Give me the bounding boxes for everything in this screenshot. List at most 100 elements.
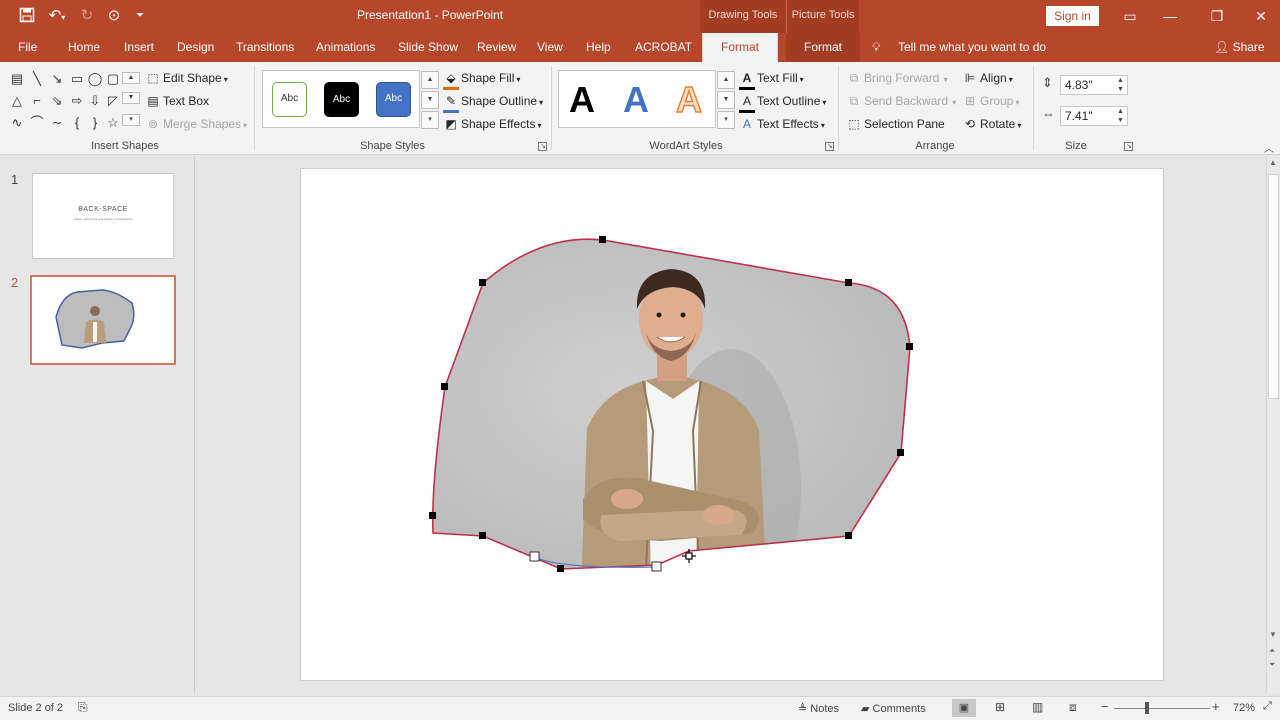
- scroll-thumb[interactable]: [1268, 174, 1279, 399]
- height-spinner-icon[interactable]: ▲ ▼: [1117, 76, 1124, 94]
- zoom-slider-thumb[interactable]: [1145, 702, 1149, 714]
- wordart-style-3[interactable]: A: [675, 78, 703, 121]
- tab-view[interactable]: View: [537, 33, 563, 62]
- left-brace-shape-icon[interactable]: {: [68, 114, 86, 132]
- share-button[interactable]: 👤︎ Share: [1214, 33, 1265, 62]
- undo-icon[interactable]: ↶▾: [44, 7, 70, 27]
- wordart-style-2[interactable]: A: [623, 79, 649, 121]
- down-arrow-shape-icon[interactable]: ⇩: [86, 92, 104, 110]
- slide-thumbnail-1[interactable]: BACK-SPACE How to edit points of a pictu…: [32, 173, 174, 259]
- tab-animations[interactable]: Animations: [316, 33, 375, 62]
- tell-me-search[interactable]: Tell me what you want to do: [898, 33, 1046, 62]
- oval-shape-icon[interactable]: ◯: [86, 70, 104, 88]
- line-shape-icon[interactable]: ╲: [28, 70, 46, 88]
- rectangle-shape-icon[interactable]: ▭: [68, 70, 86, 88]
- notes-button[interactable]: ≜ Notes: [798, 702, 839, 715]
- arc-shape-icon[interactable]: ⌒: [28, 114, 46, 132]
- textbox-shape-icon[interactable]: ▤: [8, 70, 26, 88]
- elbow-arrow-shape-icon[interactable]: ⇘: [48, 92, 66, 110]
- size-launcher-icon[interactable]: ↘: [1124, 142, 1133, 151]
- scribble-shape-icon[interactable]: ∿: [8, 114, 26, 132]
- shape-effects-button[interactable]: ◩ Shape Effects ▾: [443, 115, 541, 133]
- gallery-more-icon[interactable]: ▾: [122, 114, 140, 126]
- tab-insert[interactable]: Insert: [124, 33, 154, 62]
- maximize-icon[interactable]: ❐: [1205, 5, 1229, 27]
- next-slide-icon[interactable]: ⏷: [1269, 660, 1275, 670]
- start-from-beginning-icon[interactable]: ⊙: [104, 7, 124, 25]
- shape-style-1[interactable]: Abc: [272, 82, 307, 117]
- tab-home[interactable]: Home: [68, 33, 100, 62]
- wordart-up-icon[interactable]: ▲: [717, 71, 735, 89]
- align-button[interactable]: ⊫ Align ▾: [962, 69, 1013, 87]
- close-icon[interactable]: ✕: [1249, 5, 1273, 27]
- normal-view-icon[interactable]: ▣: [952, 699, 976, 717]
- customize-qat-icon[interactable]: ⏷: [132, 7, 148, 25]
- spell-check-icon[interactable]: ⎘: [78, 700, 88, 715]
- curve-shape-icon[interactable]: ∼: [48, 114, 66, 132]
- tab-slide-show[interactable]: Slide Show: [398, 33, 458, 62]
- shapes-gallery[interactable]: ▤ ╲ ↘ ▭ ◯ ▢ △ ⌐ ⇘ ⇨ ⇩ ◸ ∿ ⌒ ∼ { } ☆ ▲ ▼ …: [8, 70, 140, 132]
- tab-format-drawing[interactable]: Format: [702, 33, 779, 62]
- star-shape-icon[interactable]: ☆: [104, 114, 122, 132]
- bezier-handle-left[interactable]: [529, 551, 540, 562]
- connector-shape-icon[interactable]: ⌐: [28, 92, 46, 110]
- wordart-style-1[interactable]: A: [569, 79, 595, 121]
- bezier-handle-right[interactable]: [651, 561, 662, 572]
- reading-view-icon[interactable]: ▥: [1032, 700, 1043, 714]
- selection-pane-button[interactable]: ⬚ Selection Pane: [846, 115, 944, 133]
- tab-design[interactable]: Design: [177, 33, 214, 62]
- freeform-shape-icon[interactable]: ◸: [104, 92, 122, 110]
- zoom-level[interactable]: 72%: [1233, 702, 1255, 714]
- rounded-rectangle-shape-icon[interactable]: ▢: [104, 70, 122, 88]
- minimize-icon[interactable]: —: [1158, 5, 1182, 27]
- triangle-shape-icon[interactable]: △: [8, 92, 26, 110]
- styles-more-icon[interactable]: ▾: [421, 111, 439, 129]
- slide-canvas[interactable]: [300, 168, 1164, 681]
- tab-help[interactable]: Help: [586, 33, 611, 62]
- scroll-up-icon[interactable]: ▲: [1269, 158, 1277, 167]
- text-box-button[interactable]: ▤ Text Box: [145, 92, 209, 110]
- width-spinner-icon[interactable]: ▲ ▼: [1117, 107, 1124, 125]
- right-arrow-shape-icon[interactable]: ⇨: [68, 92, 86, 110]
- slide-sorter-icon[interactable]: ⊞: [995, 700, 1005, 714]
- text-outline-button[interactable]: A Text Outline ▾: [739, 92, 826, 113]
- gallery-down-icon[interactable]: ▼: [122, 92, 140, 104]
- freeform-picture-shape[interactable]: [301, 169, 1165, 682]
- text-fill-button[interactable]: A Text Fill ▾: [739, 69, 804, 90]
- zoom-slider-track[interactable]: [1114, 708, 1210, 709]
- zoom-in-icon[interactable]: +: [1212, 699, 1220, 714]
- right-brace-shape-icon[interactable]: }: [86, 114, 104, 132]
- sign-in-button[interactable]: Sign in: [1046, 6, 1099, 26]
- tab-acrobat[interactable]: ACROBAT: [635, 33, 692, 62]
- shape-style-2[interactable]: Abc: [324, 82, 359, 117]
- fit-to-window-icon[interactable]: ⤢: [1263, 700, 1272, 713]
- slide-thumbnail-2[interactable]: [30, 275, 176, 365]
- gallery-up-icon[interactable]: ▲: [122, 72, 140, 84]
- text-effects-button[interactable]: A Text Effects ▾: [739, 115, 825, 133]
- shape-fill-button[interactable]: ⬙ Shape Fill ▾: [443, 69, 520, 90]
- save-icon[interactable]: [18, 7, 36, 28]
- arrow-line-shape-icon[interactable]: ↘: [48, 70, 66, 88]
- rotate-button[interactable]: ⟲ Rotate ▾: [962, 115, 1021, 133]
- tab-review[interactable]: Review: [477, 33, 516, 62]
- collapse-ribbon-icon[interactable]: ︿: [1264, 140, 1274, 155]
- ribbon-display-options-icon[interactable]: ▭: [1118, 5, 1142, 27]
- wordart-launcher-icon[interactable]: ↘: [825, 142, 834, 151]
- zoom-out-icon[interactable]: −: [1101, 699, 1109, 714]
- tab-format-picture[interactable]: Format: [786, 33, 861, 62]
- wordart-down-icon[interactable]: ▼: [717, 91, 735, 109]
- styles-down-icon[interactable]: ▼: [421, 91, 439, 109]
- vertical-scrollbar[interactable]: ▲ ▼ ⏶ ⏷: [1266, 156, 1280, 694]
- tab-transitions[interactable]: Transitions: [236, 33, 294, 62]
- wordart-more-icon[interactable]: ▾: [717, 111, 735, 129]
- edit-shape-button[interactable]: ⬚ Edit Shape ▾: [145, 69, 227, 87]
- previous-slide-icon[interactable]: ⏶: [1269, 646, 1275, 656]
- shape-outline-button[interactable]: ✎ Shape Outline ▾: [443, 92, 543, 113]
- tab-file[interactable]: File: [18, 33, 37, 62]
- shape-style-3[interactable]: Abc: [376, 82, 411, 117]
- styles-up-icon[interactable]: ▲: [421, 71, 439, 89]
- slideshow-view-icon[interactable]: ⧈: [1069, 700, 1077, 715]
- shape-styles-launcher-icon[interactable]: ↘: [538, 142, 547, 151]
- comments-button[interactable]: ▰ Comments: [861, 702, 926, 715]
- scroll-down-icon[interactable]: ▼: [1269, 630, 1277, 639]
